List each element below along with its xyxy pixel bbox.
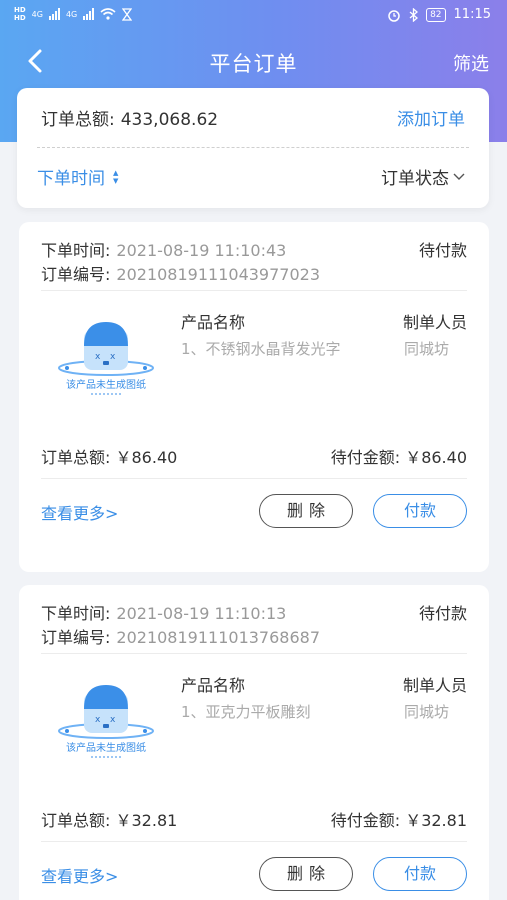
sim2-label: HD — [14, 14, 26, 22]
order-amount-row: 订单总额: ￥32.81 — [41, 807, 177, 831]
view-more-link[interactable]: 查看更多> — [41, 863, 118, 887]
creator-header: 制单人员 — [402, 676, 467, 695]
svg-text:x: x — [110, 715, 116, 725]
order-card: 下单时间: 2021-08-19 11:10:43 订单编号: 2021081911… — [19, 222, 489, 572]
network2-label: 4G — [65, 9, 78, 19]
order-amount-label: 订单总额: — [41, 448, 111, 467]
no-drawing-text: 该产品未生成图纸 — [66, 743, 146, 754]
order-total-value: 433,068.62 — [120, 110, 219, 130]
network1-label: 4G — [31, 9, 43, 19]
sort-by-time-button[interactable]: 下单时间 ▲ ▼ — [37, 164, 119, 190]
order-total-row: 订单总额: 433,068.62 — [41, 105, 218, 130]
sim1-label: HD — [14, 6, 26, 14]
hourglass-icon — [122, 7, 133, 21]
chevron-down-icon — [453, 173, 465, 180]
sort-by-time-label: 下单时间 — [37, 169, 105, 189]
product-name-header: 产品名称 — [181, 676, 246, 695]
order-time-row: 下单时间: 2021-08-19 11:10:13 — [41, 600, 286, 624]
product-name-header: 产品名称 — [181, 313, 246, 332]
svg-text:x: x — [95, 352, 101, 362]
nav-bar: 平台订单 筛选 — [0, 40, 507, 84]
order-id-value: 20210819111043977023 — [116, 265, 320, 284]
product-name: 1、不锈钢水晶背发光字 — [181, 340, 341, 358]
delete-button[interactable]: 删除 — [259, 494, 353, 528]
amount-due-value: ￥32.81 — [405, 811, 467, 830]
order-amount-value: ￥86.40 — [115, 448, 178, 467]
order-divider — [41, 653, 467, 654]
order-card: 下单时间: 2021-08-19 11:10:13 订单编号: 2021081911… — [19, 585, 489, 900]
delete-button[interactable]: 删除 — [259, 857, 353, 891]
order-amount-label: 订单总额: — [41, 811, 111, 830]
order-time-label: 下单时间: — [41, 604, 111, 623]
signal2-icon — [83, 8, 95, 20]
filter-button[interactable]: 筛选 — [453, 50, 489, 76]
status-right: 82 11:15 — [387, 7, 491, 22]
order-amount-row: 订单总额: ￥86.40 — [41, 444, 177, 468]
summary-card: 订单总额: 433,068.62 添加订单 下单时间 ▲ ▼ 订单状态 — [17, 88, 489, 208]
bluetooth-icon — [409, 7, 419, 22]
amount-due-label: 待付金额: — [330, 811, 401, 830]
alarm-icon — [388, 9, 400, 22]
view-more-link[interactable]: 查看更多> — [41, 500, 118, 524]
order-status-label: 订单状态 — [381, 169, 449, 189]
clock: 11:15 — [453, 7, 491, 22]
amount-due-row: 待付金额: ￥32.81 — [331, 807, 467, 831]
creator-name: 同城坊 — [403, 340, 449, 358]
order-divider — [41, 290, 467, 291]
order-status-dropdown[interactable]: 订单状态 — [381, 164, 465, 189]
status-bar: HD HD 4G 4G 82 11:15 — [0, 0, 507, 34]
order-id-value: 20210819111013768687 — [116, 628, 320, 647]
amount-due-row: 待付金额: ￥86.40 — [331, 444, 467, 468]
sort-arrows-icon: ▲ ▼ — [113, 168, 119, 185]
sim-indicators: HD HD — [14, 6, 26, 22]
pay-button[interactable]: 付款 — [373, 494, 467, 528]
creator-header: 制单人员 — [402, 313, 467, 332]
order-status-badge: 待付款 — [418, 241, 467, 260]
order-id-label: 订单编号: — [41, 265, 111, 284]
summary-divider — [37, 147, 469, 148]
order-id-row: 订单编号: 20210819111043977023 — [41, 261, 320, 285]
signal1-icon — [48, 8, 60, 20]
creator-name: 同城坊 — [403, 703, 449, 721]
product-name: 1、亚克力平板雕刻 — [181, 703, 311, 721]
amount-due-value: ￥86.40 — [405, 448, 467, 467]
order-time-value: 2021-08-19 11:10:13 — [116, 604, 287, 623]
order-id-row: 订单编号: 20210819111013768687 — [41, 624, 320, 648]
order-time-value: 2021-08-19 11:10:43 — [116, 241, 287, 260]
pay-button[interactable]: 付款 — [373, 857, 467, 891]
order-total-label: 订单总额: — [41, 110, 115, 130]
amount-due-label: 待付金额: — [330, 448, 401, 467]
order-amount-value: ￥32.81 — [115, 811, 178, 830]
order-id-label: 订单编号: — [41, 628, 111, 647]
order-status-badge: 待付款 — [418, 604, 467, 623]
status-left: HD HD 4G 4G — [14, 6, 133, 22]
add-order-button[interactable]: 添加订单 — [397, 105, 465, 130]
order-divider — [41, 478, 467, 479]
svg-text:x: x — [110, 352, 116, 362]
order-time-row: 下单时间: 2021-08-19 11:10:43 — [41, 237, 286, 261]
page-title: 平台订单 — [209, 52, 298, 76]
wifi-icon — [100, 8, 116, 20]
order-time-label: 下单时间: — [41, 241, 111, 260]
order-divider — [41, 841, 467, 842]
battery-icon: 82 — [426, 7, 446, 22]
svg-text:x: x — [95, 715, 101, 725]
no-drawing-text: 该产品未生成图纸 — [66, 380, 146, 391]
